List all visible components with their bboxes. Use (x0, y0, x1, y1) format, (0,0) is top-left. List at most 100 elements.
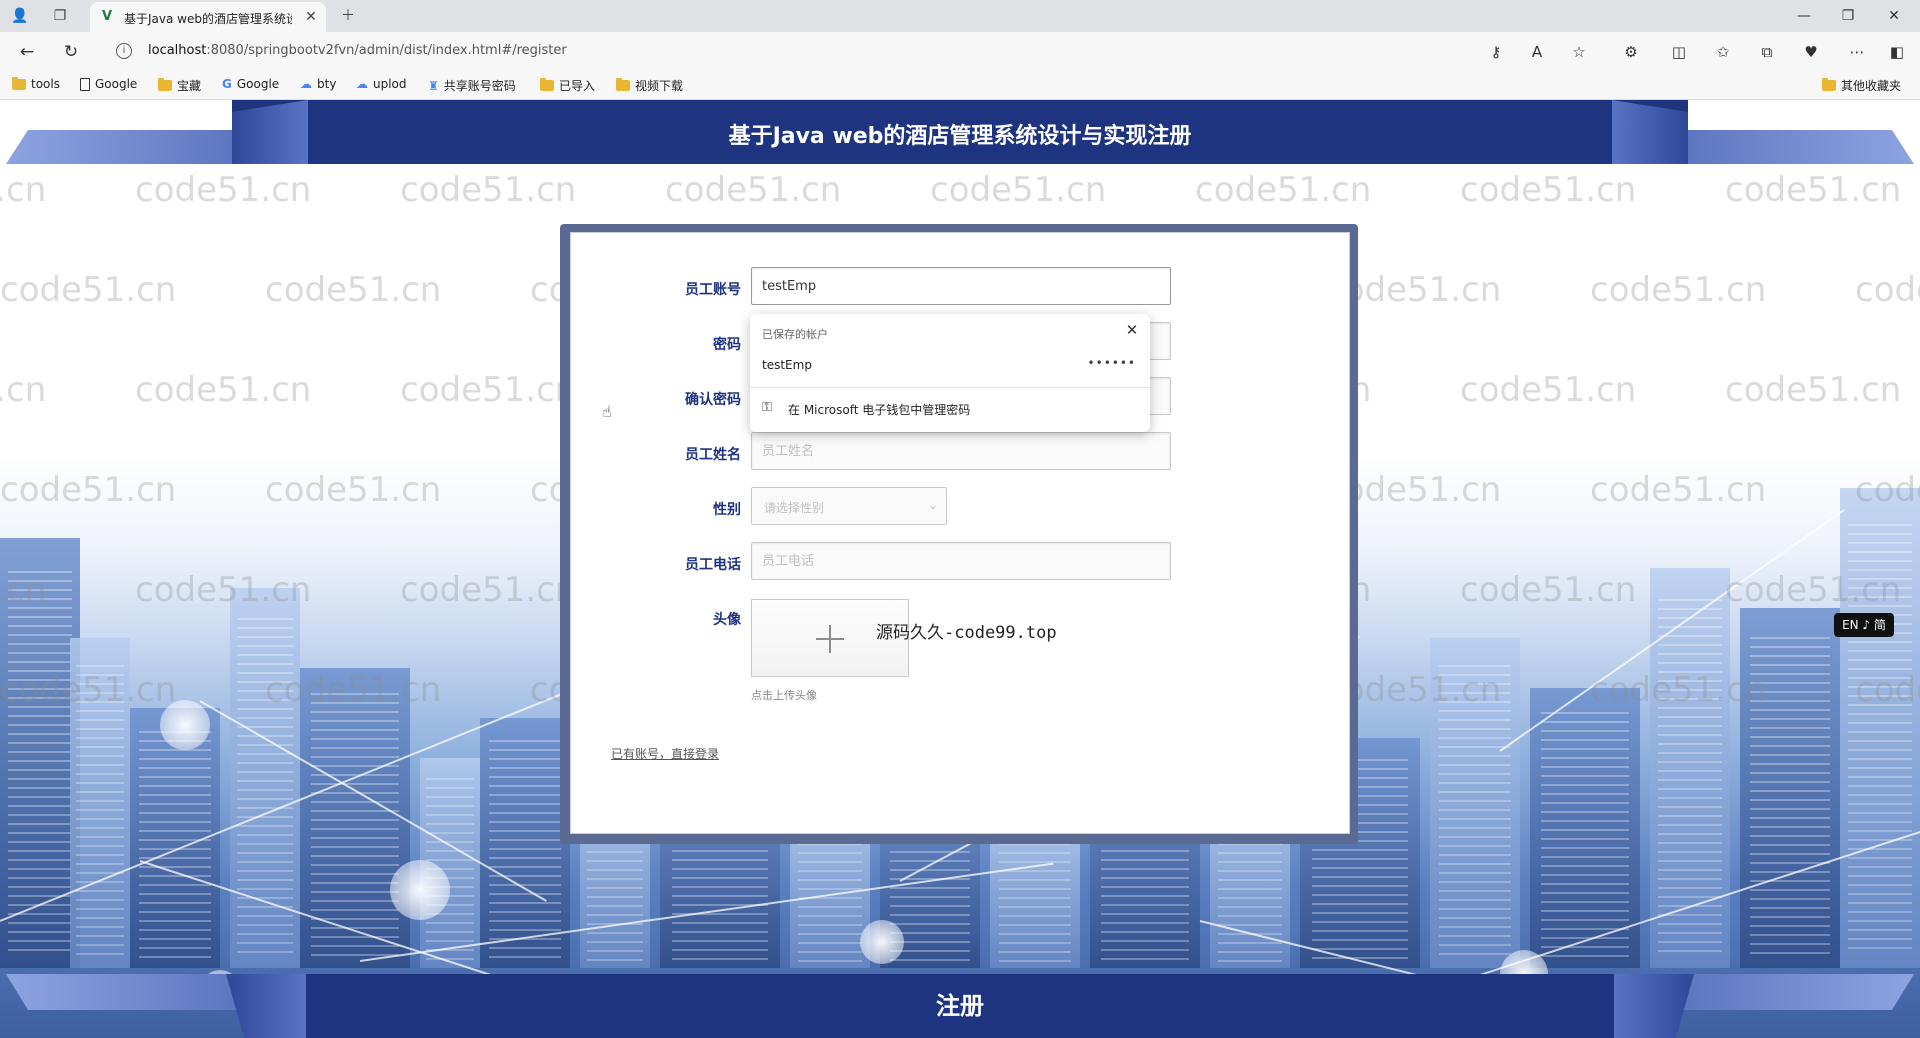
split-screen-icon[interactable]: ◫ (1668, 41, 1690, 63)
phone-label: 员工电话 (685, 557, 741, 573)
footer-bevel-left (226, 974, 306, 1038)
bookmark-shared-accounts[interactable]: ♜ 共享账号密码 (428, 77, 516, 94)
more-menu-icon[interactable]: ⋯ (1846, 41, 1868, 63)
network-node (860, 920, 904, 964)
login-link[interactable]: 已有账号，直接登录 (611, 745, 719, 762)
bookmark-other-favorites[interactable]: 其他收藏夹 (1822, 77, 1901, 94)
restore-icon[interactable]: ❐ (1830, 4, 1866, 28)
gender-label: 性别 (713, 502, 741, 518)
tab-active[interactable]: V 基于Java web的酒店管理系统设计 ✕ (90, 2, 326, 32)
password-label: 密码 (713, 337, 741, 353)
language-toggle[interactable]: EN ♪ 简 (1834, 613, 1894, 637)
building (1840, 488, 1920, 968)
building (990, 828, 1080, 968)
browser-tab-strip: 👤 ❐ V 基于Java web的酒店管理系统设计 ✕ ＋ — ❐ ✕ (0, 0, 1920, 32)
name-label: 员工姓名 (685, 447, 741, 463)
address-bar-row: ← ↻ i localhost:8080/springbootv2fvn/adm… (0, 32, 1920, 70)
folder-icon (158, 78, 172, 91)
building-windows (999, 836, 1071, 963)
site-info-icon[interactable]: i (116, 43, 132, 59)
url-field[interactable]: i localhost:8080/springbootv2fvn/admin/d… (108, 37, 1588, 65)
watermark-text: code51.cn (0, 470, 177, 510)
watermark-text: code51.cn (1725, 370, 1902, 410)
tab-actions-icon[interactable]: ❐ (50, 6, 70, 26)
saved-accounts-popup: 已保存的帐户 ✕ testEmp •••••• ⚿ 在 Microsoft 电子… (750, 314, 1150, 432)
source-overlay-text: 源码久久-code99.top (876, 623, 1057, 643)
profile-icon[interactable]: 👤 (10, 6, 30, 26)
gender-select[interactable]: 请选择性别 ⌄ (751, 487, 947, 525)
bookmark-google[interactable]: G Google (222, 77, 279, 91)
collections-icon[interactable]: ⧉ (1756, 41, 1778, 63)
plus-icon-vertical (829, 625, 831, 653)
tab-close-icon[interactable]: ✕ (302, 8, 320, 26)
close-window-icon[interactable]: ✕ (1876, 4, 1912, 28)
bookmark-google-doc[interactable]: Google (80, 77, 137, 91)
saved-account-username[interactable]: testEmp (762, 358, 812, 372)
cloud-icon: ☁ (300, 77, 312, 91)
page-title: 基于Java web的酒店管理系统设计与实现注册 (728, 124, 1192, 149)
watermark-text: code51.cn (1195, 170, 1372, 210)
building (480, 718, 570, 968)
account-input[interactable] (751, 267, 1171, 305)
building (1430, 638, 1520, 968)
google-icon: G (222, 77, 232, 91)
bookmark-bty[interactable]: ☁ bty (300, 77, 336, 91)
register-page: code51.cn code51.cn code51.cn code51.cn code… (0, 100, 1920, 1038)
new-tab-icon[interactable]: ＋ (338, 6, 358, 26)
bookmark-imported[interactable]: 已导入 (540, 77, 595, 94)
app-icon: ♜ (428, 78, 439, 93)
bookmark-treasure[interactable]: 宝藏 (158, 77, 201, 94)
extensions-icon[interactable]: ⚙ (1620, 41, 1642, 63)
folder-icon (616, 78, 630, 91)
watermark-text: code51.cn (1460, 370, 1637, 410)
network-node (160, 700, 210, 750)
account-label: 员工账号 (685, 282, 741, 298)
manage-passwords-link[interactable]: 在 Microsoft 电子钱包中管理密码 (788, 401, 970, 418)
favorite-star-icon[interactable]: ☆ (1568, 41, 1590, 63)
building (1650, 568, 1730, 968)
building-windows (8, 563, 72, 951)
url-text: localhost:8080/springbootv2fvn/admin/dis… (148, 43, 567, 58)
reload-icon[interactable]: ↻ (60, 41, 82, 63)
key-icon[interactable]: ⚷ (1485, 41, 1507, 63)
saved-account-password[interactable]: •••••• (1088, 356, 1136, 370)
tab-title: 基于Java web的酒店管理系统设计 (124, 12, 292, 26)
folder-icon (1822, 78, 1836, 91)
close-icon[interactable]: ✕ (1122, 320, 1142, 340)
watermark-text: code51.cn (400, 570, 577, 610)
cursor-icon: ☝ (602, 402, 612, 421)
watermark-text: code51.cn (400, 370, 577, 410)
browser-essentials-icon[interactable]: ♥ (1800, 41, 1822, 63)
back-icon[interactable]: ← (16, 41, 38, 63)
watermark-text: code51.cn (665, 170, 842, 210)
phone-input[interactable] (751, 542, 1171, 580)
favorites-icon[interactable]: ✩ (1712, 41, 1734, 63)
watermark-text: code51.cn (0, 370, 47, 410)
sidebar-icon[interactable]: ◧ (1886, 41, 1908, 63)
building (1530, 688, 1640, 968)
bookmark-video-download[interactable]: 视频下载 (616, 77, 683, 94)
bookmark-uplod[interactable]: ☁ uplod (356, 77, 407, 91)
bookmark-tools[interactable]: tools (12, 76, 60, 91)
register-button[interactable]: 注册 (860, 986, 1060, 1026)
folder-icon (540, 78, 554, 91)
minimize-icon[interactable]: — (1786, 4, 1822, 28)
cloud-icon: ☁ (356, 77, 368, 91)
watermark-text: code51.cn (1460, 170, 1637, 210)
building-windows (489, 733, 561, 958)
building-windows (1541, 704, 1629, 957)
building (300, 668, 410, 968)
building-windows (311, 686, 399, 956)
building-windows (1848, 516, 1912, 949)
read-aloud-icon[interactable]: A (1526, 41, 1548, 63)
watermark-text: code51.cn (1590, 270, 1767, 310)
watermark-text: code51.cn (0, 270, 177, 310)
saved-accounts-header: 已保存的帐户 (762, 328, 828, 341)
avatar-label: 头像 (713, 612, 741, 628)
bookmarks-bar: tools Google 宝藏 G Google ☁ bty ☁ uplod ♜ 共享账… (0, 70, 1920, 100)
vue-favicon-icon: V (102, 9, 113, 24)
name-input[interactable] (751, 432, 1171, 470)
building-windows (1439, 657, 1511, 955)
building-windows (76, 657, 124, 955)
building (1740, 608, 1840, 968)
